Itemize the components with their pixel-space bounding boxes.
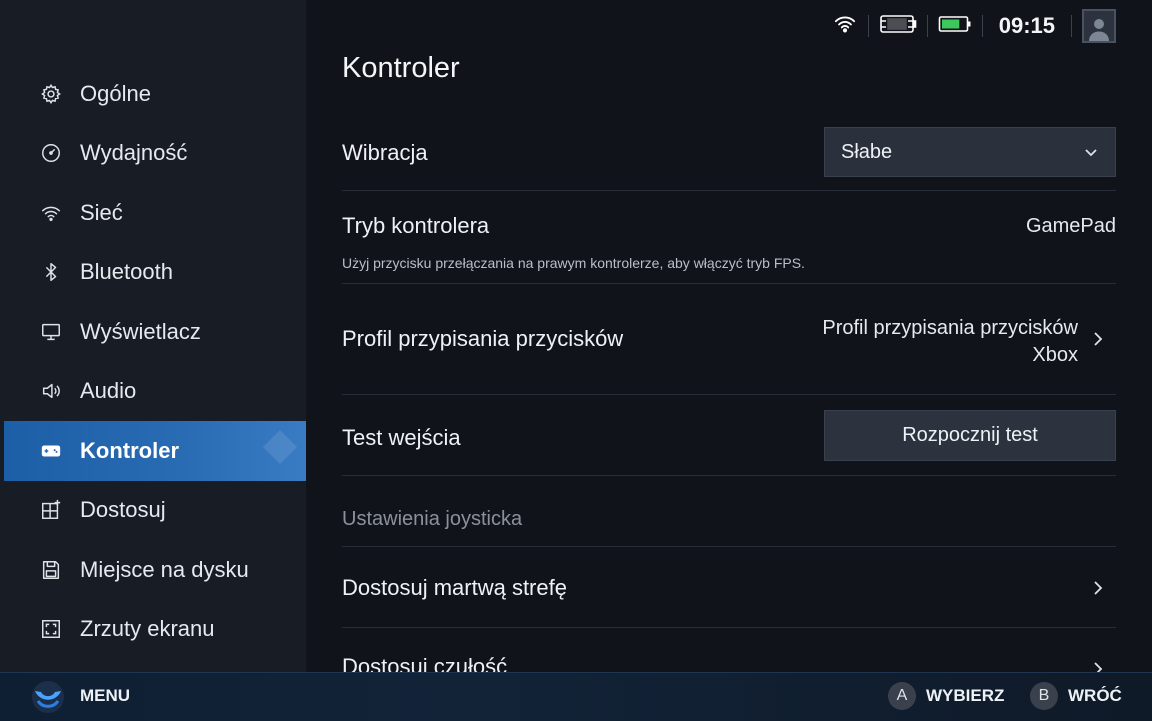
user-icon xyxy=(1089,19,1109,41)
footer-bar: MENU A WYBIERZ B WRÓĆ xyxy=(0,672,1152,721)
sidebar-item-screenshots[interactable]: Zrzuty ekranu xyxy=(4,600,306,660)
sidebar-item-label: Ogólne xyxy=(80,80,151,106)
sidebar-item-label: Audio xyxy=(80,378,137,404)
back-hint[interactable]: B WRÓĆ xyxy=(1030,682,1122,710)
b-button-icon: B xyxy=(1030,682,1058,710)
speaker-icon xyxy=(38,378,64,404)
sidebar-item-controller[interactable]: Kontroler xyxy=(4,421,306,481)
controller-mode-description: Użyj przycisku przełączania na prawym ko… xyxy=(342,255,805,271)
sidebar-item-bluetooth[interactable]: Bluetooth xyxy=(4,243,306,303)
chevron-down-icon xyxy=(1085,149,1097,157)
button-profile-value-line2: Xbox xyxy=(1032,344,1078,366)
sidebar: Ogólne Wydajność Sieć Bluetooth Wyświetl… xyxy=(0,0,306,672)
settings-list: Wibracja Słabe Tryb kontrolera GamePad U… xyxy=(342,118,1116,672)
sidebar-item-label: Wyświetlacz xyxy=(80,318,201,344)
sensitivity-label: Dostosuj czułość xyxy=(342,654,508,672)
sidebar-item-label: Zrzuty ekranu xyxy=(80,616,215,642)
gear-icon xyxy=(38,81,64,107)
setting-sensitivity[interactable]: Dostosuj czułość xyxy=(342,628,1116,672)
deadzone-label: Dostosuj martwą strefę xyxy=(342,575,567,600)
button-profile-value: Profil przypisania przycisków Xbox xyxy=(748,315,1078,369)
section-joystick: Ustawienia joysticka xyxy=(342,476,1116,547)
wifi-icon xyxy=(38,200,64,226)
battery-icon xyxy=(938,13,972,40)
gauge-icon xyxy=(38,140,64,166)
back-hint-label: WRÓĆ xyxy=(1068,686,1122,705)
status-divider xyxy=(981,15,983,37)
setting-vibration: Wibracja Słabe xyxy=(342,118,1116,191)
main-content: 09:15 Kontroler Wibracja Słabe Tryb kont… xyxy=(306,0,1152,672)
vibration-value: Słabe xyxy=(841,140,893,163)
a-button-icon: A xyxy=(888,682,916,710)
chevron-right-icon xyxy=(1094,581,1103,595)
button-profile-value-line1: Profil przypisania przycisków xyxy=(822,317,1078,339)
sidebar-item-audio[interactable]: Audio xyxy=(4,362,306,422)
wifi-icon xyxy=(832,13,858,40)
start-test-button[interactable]: Rozpocznij test xyxy=(824,410,1116,461)
sidebar-item-customize[interactable]: Dostosuj xyxy=(4,481,306,541)
controller-mode-label: Tryb kontrolera xyxy=(342,213,490,238)
vibration-label: Wibracja xyxy=(342,140,428,165)
status-divider xyxy=(1071,15,1072,37)
select-hint[interactable]: A WYBIERZ xyxy=(888,682,1004,710)
section-heading: Ustawienia joysticka xyxy=(342,508,523,530)
page-title: Kontroler xyxy=(342,52,460,84)
sidebar-item-label: Miejsce na dysku xyxy=(80,556,249,582)
screenshot-icon xyxy=(38,616,64,642)
menu-logo-icon[interactable] xyxy=(30,679,66,715)
chevron-right-icon xyxy=(1094,332,1103,346)
disk-icon xyxy=(38,557,64,583)
clock: 09:15 xyxy=(998,13,1055,38)
status-divider xyxy=(867,15,869,37)
gamepad-icon xyxy=(38,438,64,464)
vibration-dropdown[interactable]: Słabe xyxy=(824,127,1116,177)
setting-input-test: Test wejścia Rozpocznij test xyxy=(342,395,1116,476)
status-bar: 09:15 xyxy=(832,8,1116,44)
select-hint-label: WYBIERZ xyxy=(926,686,1005,705)
bluetooth-icon xyxy=(38,259,64,285)
chevron-right-icon xyxy=(1094,662,1103,672)
input-test-label: Test wejścia xyxy=(342,425,461,450)
sidebar-item-network[interactable]: Sieć xyxy=(4,183,306,243)
controller-icon xyxy=(879,13,917,40)
sidebar-item-display[interactable]: Wyświetlacz xyxy=(4,302,306,362)
menu-label[interactable]: MENU xyxy=(80,686,130,706)
sidebar-item-general[interactable]: Ogólne xyxy=(4,64,306,124)
sidebar-item-label: Wydajność xyxy=(80,140,188,166)
sidebar-item-label: Dostosuj xyxy=(80,497,166,523)
controller-mode-value: GamePad xyxy=(1025,215,1116,237)
sidebar-item-storage[interactable]: Miejsce na dysku xyxy=(4,540,306,600)
setting-controller-mode: Tryb kontrolera GamePad Użyj przycisku p… xyxy=(342,191,1116,284)
sidebar-nav: Ogólne Wydajność Sieć Bluetooth Wyświetl… xyxy=(4,64,306,659)
avatar[interactable] xyxy=(1082,9,1116,43)
customize-grid-icon xyxy=(38,497,64,523)
monitor-icon xyxy=(38,319,64,345)
sidebar-item-label: Sieć xyxy=(80,199,123,225)
sidebar-item-performance[interactable]: Wydajność xyxy=(4,124,306,184)
status-divider xyxy=(926,15,928,37)
setting-button-profile[interactable]: Profil przypisania przycisków Profil prz… xyxy=(342,284,1116,395)
sidebar-item-label: Kontroler xyxy=(80,437,179,463)
setting-deadzone[interactable]: Dostosuj martwą strefę xyxy=(342,547,1116,628)
button-profile-label: Profil przypisania przycisków xyxy=(342,326,624,351)
sidebar-item-label: Bluetooth xyxy=(80,259,173,285)
